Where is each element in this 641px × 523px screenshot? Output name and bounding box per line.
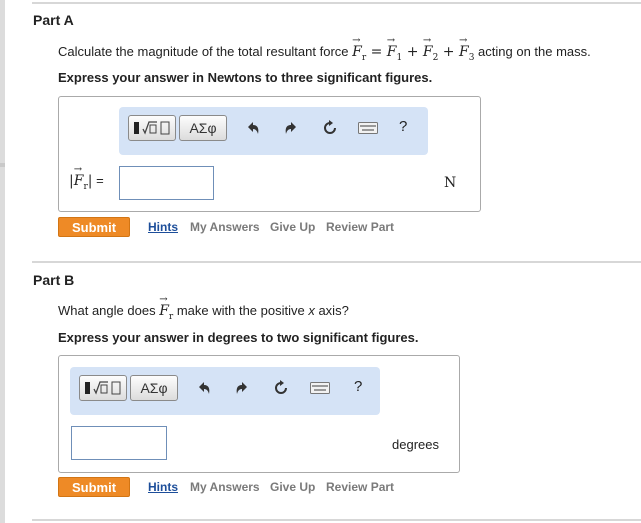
part-b-title: Part B — [33, 272, 75, 288]
part-a-my-answers-link[interactable]: My Answers — [190, 220, 260, 234]
help-icon[interactable]: ? — [354, 378, 362, 395]
undo-icon[interactable] — [194, 378, 214, 398]
templates-button[interactable] — [79, 375, 127, 401]
divider — [32, 2, 641, 4]
part-a-submit-button[interactable]: Submit — [58, 217, 130, 237]
reset-icon[interactable] — [320, 118, 340, 138]
unit-label: N — [444, 175, 457, 191]
keyboard-icon[interactable] — [358, 118, 378, 138]
force-equation: Fr = F1 + F2 + F3 — [352, 35, 474, 63]
part-b-my-answers-link[interactable]: My Answers — [190, 480, 260, 494]
part-a-give-up-link[interactable]: Give Up — [270, 220, 315, 234]
math-toolbar: ΑΣφ ? — [119, 107, 428, 155]
divider — [32, 519, 641, 521]
left-scroll-strip — [0, 0, 5, 523]
part-b-hints-link[interactable]: Hints — [148, 480, 178, 494]
part-b-answer-box: ΑΣφ ? degrees — [58, 355, 460, 473]
part-a-question: Calculate the magnitude of the total res… — [58, 35, 591, 63]
resultant-force-symbol: Fr — [159, 294, 173, 322]
greek-letters-button[interactable]: ΑΣφ — [130, 375, 178, 401]
question-text-end: acting on the mass. — [474, 44, 591, 59]
part-b-submit-button[interactable]: Submit — [58, 477, 130, 497]
reset-icon[interactable] — [271, 378, 291, 398]
greek-letters-icon: ΑΣφ — [189, 120, 217, 136]
angle-input[interactable] — [71, 426, 167, 460]
keyboard-icon[interactable] — [310, 378, 330, 398]
scroll-marker — [0, 163, 5, 167]
math-toolbar: ΑΣφ ? — [70, 367, 380, 415]
greek-letters-button[interactable]: ΑΣφ — [179, 115, 227, 141]
input-label-equals: = — [92, 173, 104, 188]
input-label: |Fr| = — [69, 164, 104, 192]
redo-icon[interactable] — [281, 118, 301, 138]
redo-icon[interactable] — [232, 378, 252, 398]
part-b-instruction: Express your answer in degrees to two si… — [58, 330, 419, 345]
unit-label: degrees — [392, 437, 439, 452]
part-b-question: What angle does Fr make with the positiv… — [58, 294, 349, 322]
undo-icon[interactable] — [243, 118, 263, 138]
divider — [32, 261, 641, 263]
magnitude-symbol: |Fr| — [69, 164, 92, 192]
question-text-end: axis? — [314, 303, 349, 318]
part-a-review-part-link[interactable]: Review Part — [326, 220, 394, 234]
templates-button[interactable] — [128, 115, 176, 141]
question-text: Calculate the magnitude of the total res… — [58, 44, 353, 59]
part-b-give-up-link[interactable]: Give Up — [270, 480, 315, 494]
question-text-mid: make with the positive — [173, 303, 309, 318]
part-a-title: Part A — [33, 12, 74, 28]
help-icon[interactable]: ? — [399, 118, 407, 135]
templates-icon — [129, 116, 175, 140]
templates-icon — [80, 376, 126, 400]
resultant-force-input[interactable] — [119, 166, 214, 200]
part-a-hints-link[interactable]: Hints — [148, 220, 178, 234]
part-a-instruction: Express your answer in Newtons to three … — [58, 70, 433, 85]
part-b-review-part-link[interactable]: Review Part — [326, 480, 394, 494]
question-text: What angle does — [58, 303, 160, 318]
part-a-answer-box: ΑΣφ ? |Fr| = N — [58, 96, 481, 212]
greek-letters-icon: ΑΣφ — [140, 380, 168, 396]
